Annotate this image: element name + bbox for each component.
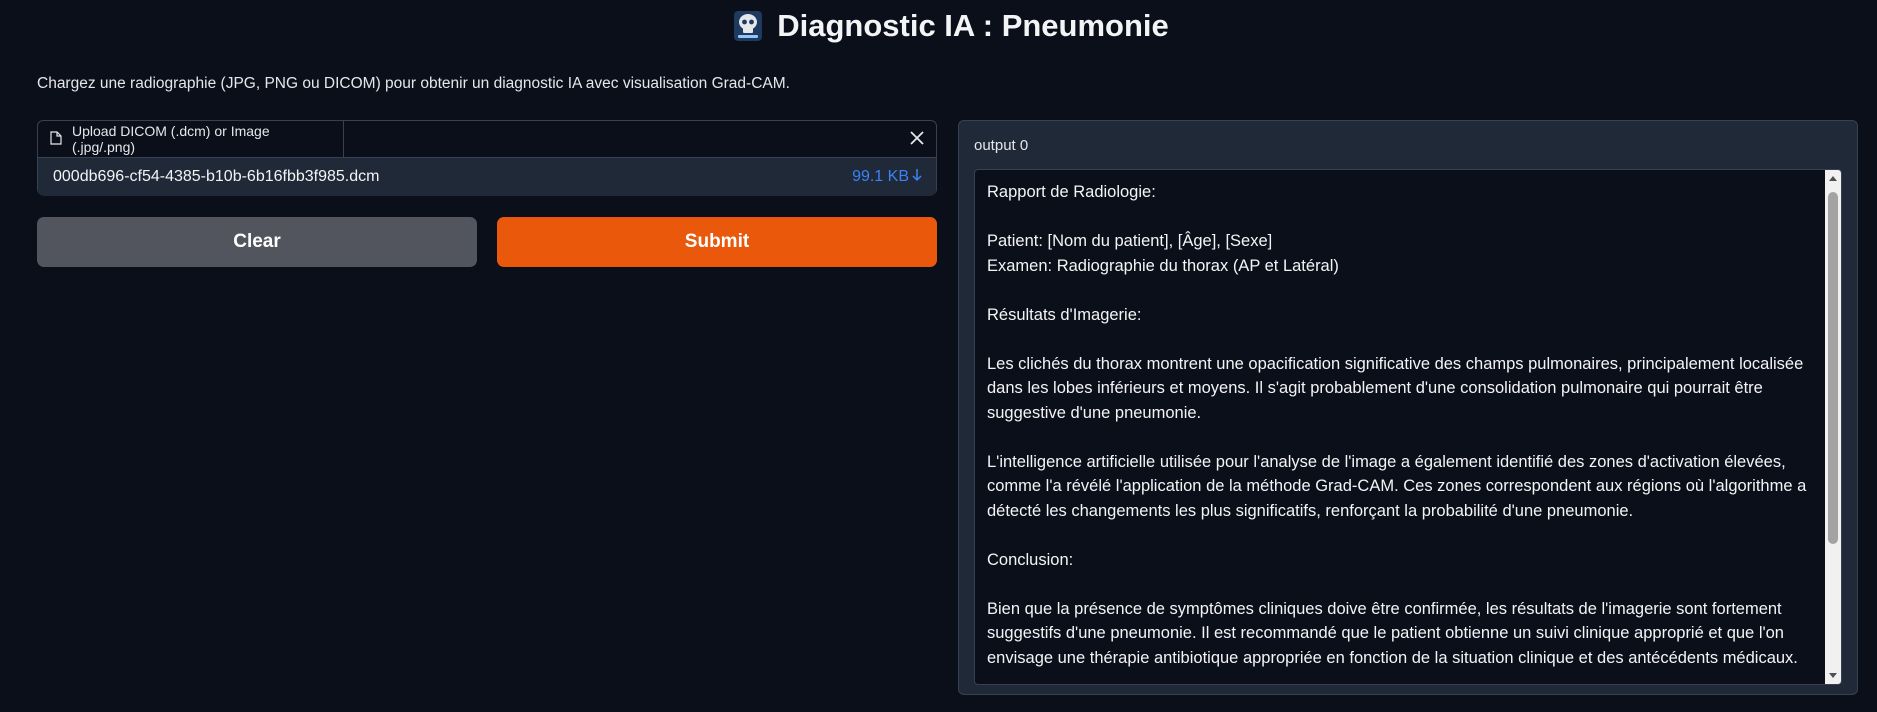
uploaded-file-name: 000db696-cf54-4385-b10b-6b16fbb3f985.dcm (53, 168, 380, 185)
scrollbar-thumb[interactable] (1828, 192, 1838, 544)
app-page: Diagnostic IA : Pneumonie Chargez une ra… (0, 0, 1877, 712)
output-textarea[interactable]: Rapport de Radiologie: Patient: [Nom du … (974, 169, 1842, 685)
report-text: Rapport de Radiologie: Patient: [Nom du … (987, 183, 1807, 667)
file-upload[interactable]: Upload DICOM (.dcm) or Image (.jpg/.png)… (37, 120, 937, 196)
output-panel: output 0 Rapport de Radiologie: Patient:… (958, 120, 1858, 695)
uploaded-file-row: 000db696-cf54-4385-b10b-6b16fbb3f985.dcm… (38, 158, 936, 196)
scroll-up-icon[interactable] (1825, 170, 1841, 186)
skull-xray-icon (731, 9, 765, 43)
download-arrow-icon (912, 168, 922, 187)
page-title: Diagnostic IA : Pneumonie (777, 8, 1169, 43)
upload-label: Upload DICOM (.dcm) or Image (.jpg/.png) (72, 123, 270, 155)
close-icon[interactable] (904, 125, 930, 151)
page-title-row: Diagnostic IA : Pneumonie (0, 8, 1877, 44)
scrollbar[interactable] (1825, 170, 1841, 684)
download-file-link[interactable]: 99.1 KB (852, 168, 922, 187)
file-size: 99.1 KB (852, 168, 909, 185)
upload-label-tab: Upload DICOM (.dcm) or Image (.jpg/.png) (38, 121, 344, 157)
output-label: output 0 (974, 137, 1029, 154)
submit-button[interactable]: Submit (497, 217, 937, 267)
page-description: Chargez une radiographie (JPG, PNG ou DI… (37, 75, 790, 92)
upload-header: Upload DICOM (.dcm) or Image (.jpg/.png) (38, 121, 936, 158)
clear-button[interactable]: Clear (37, 217, 477, 267)
scroll-down-icon[interactable] (1825, 668, 1841, 684)
file-icon (50, 130, 62, 148)
